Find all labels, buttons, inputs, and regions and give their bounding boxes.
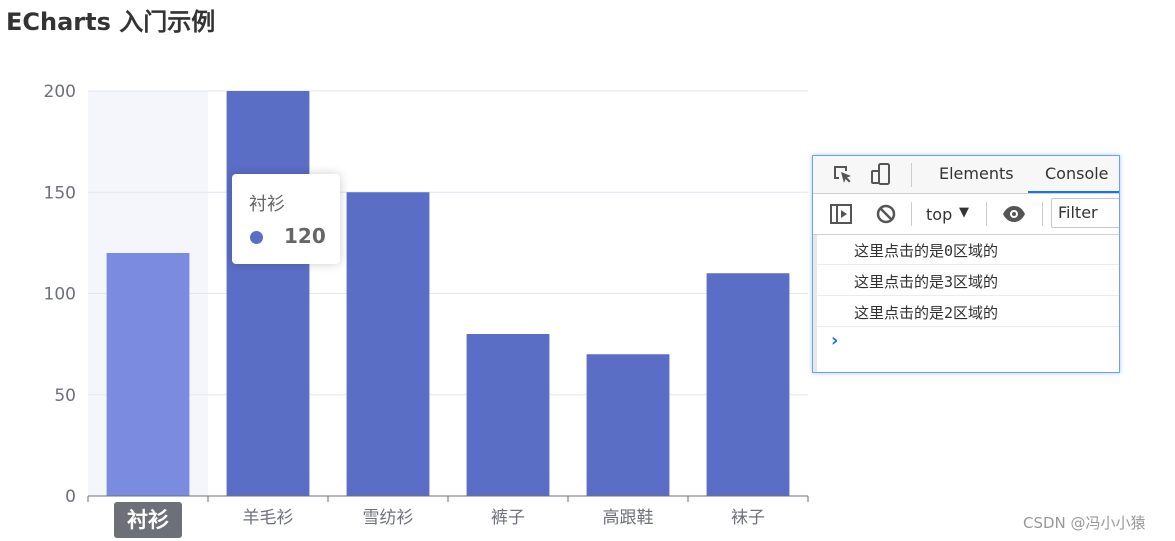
bar[interactable]: [586, 354, 670, 496]
chart-tooltip: 衬衫 120: [232, 174, 340, 264]
sidebar-toggle-icon[interactable]: [829, 202, 853, 226]
bar-chart[interactable]: 050100150200 衬衫 羊毛衫 雪纺衫 裤子 高跟鞋 袜子: [0, 0, 830, 541]
bar[interactable]: [106, 253, 190, 496]
tooltip-series-marker: [250, 231, 263, 244]
x-tick-label: 高跟鞋: [603, 508, 654, 528]
toolbar-divider: [1042, 202, 1043, 226]
y-tick-label: 50: [54, 386, 76, 406]
tooltip-category: 衬衫: [249, 194, 285, 215]
x-tick-label: 雪纺衫: [363, 508, 414, 528]
bar[interactable]: [706, 273, 790, 496]
y-tick-label: 150: [44, 183, 76, 203]
axis-pointer-label: 衬衫: [127, 508, 169, 532]
watermark: CSDN @冯小小猿: [1023, 514, 1146, 532]
console-toolbar: top ▼ Filter: [813, 194, 1119, 235]
toolbar-divider: [911, 163, 912, 187]
device-toolbar-icon[interactable]: [869, 162, 893, 186]
console-log-line: 这里点击的是3区域的: [817, 266, 1119, 296]
clear-console-icon[interactable]: [874, 202, 898, 226]
bar[interactable]: [346, 192, 430, 496]
x-axis: [87, 495, 809, 502]
tab-elements[interactable]: Elements: [939, 164, 1014, 183]
tooltip-value: 120: [284, 224, 326, 248]
dropdown-arrow-icon[interactable]: ▼: [959, 205, 969, 220]
tab-console[interactable]: Console: [1045, 164, 1109, 183]
devtools-main-toolbar: Elements Console: [813, 156, 1119, 194]
y-tick-label: 200: [44, 82, 76, 102]
inspect-element-icon[interactable]: [831, 163, 855, 187]
x-axis-labels: 衬衫 羊毛衫 雪纺衫 裤子 高跟鞋 袜子: [114, 502, 765, 538]
y-tick-label: 100: [44, 285, 76, 305]
console-log-line: 这里点击的是2区域的: [817, 297, 1119, 327]
console-log-line: 这里点击的是0区域的: [817, 235, 1119, 265]
x-tick-label: 羊毛衫: [243, 508, 294, 528]
x-tick-label: 裤子: [491, 508, 525, 528]
toolbar-divider: [911, 202, 912, 226]
context-selector[interactable]: top: [926, 205, 952, 224]
active-tab-indicator: [1028, 191, 1119, 193]
bar[interactable]: [466, 334, 550, 496]
filter-input[interactable]: Filter: [1051, 198, 1119, 228]
devtools-panel: Elements Console top ▼ Filter 这里点击的是0区域的…: [812, 155, 1120, 373]
bar[interactable]: [226, 91, 310, 496]
x-tick-label: 袜子: [731, 508, 765, 528]
live-expression-eye-icon[interactable]: [1002, 202, 1026, 226]
y-axis-ticks: 0 50 100 150 200: [44, 82, 76, 507]
toolbar-divider: [986, 202, 987, 226]
y-tick-label: 0: [65, 487, 76, 507]
prompt-chevron-icon[interactable]: ›: [831, 330, 838, 351]
chart-grid: [88, 90, 808, 496]
